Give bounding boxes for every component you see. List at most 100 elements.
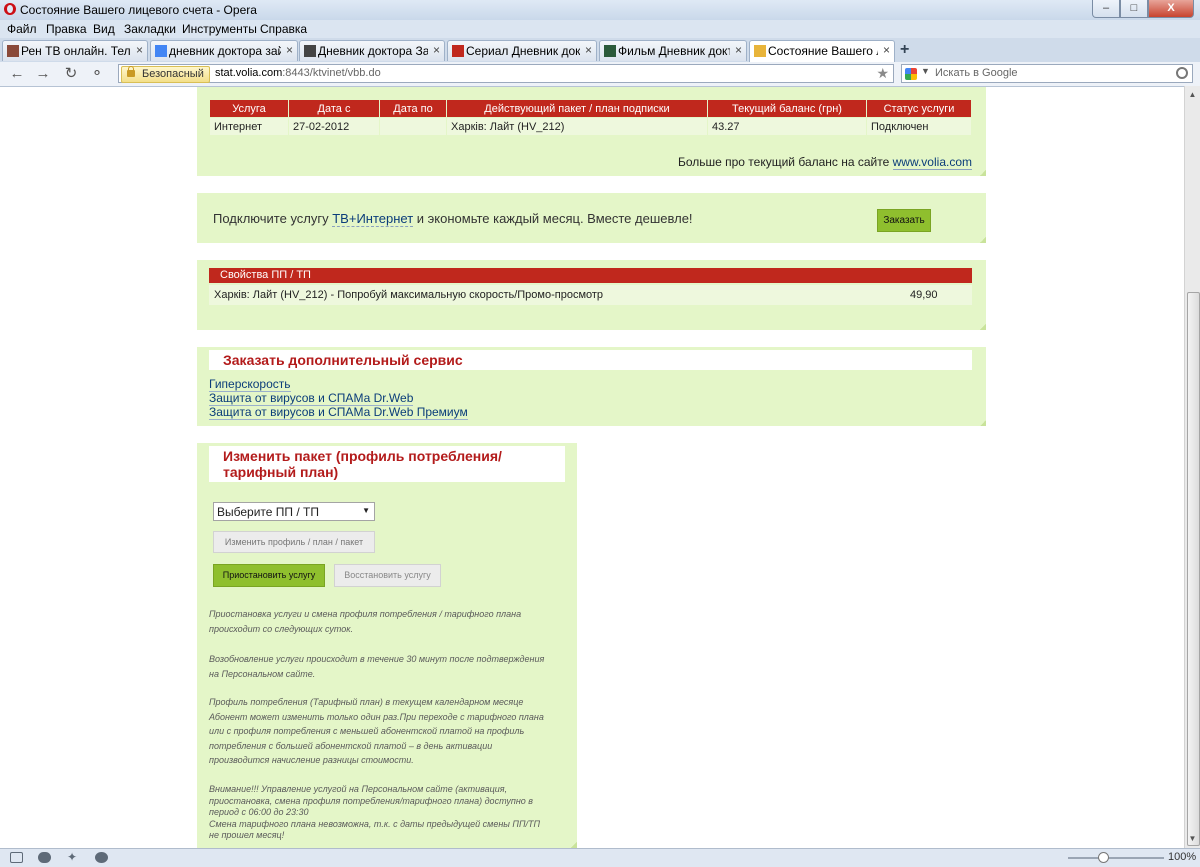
col-header: Услуга: [210, 100, 288, 117]
col-header: Дата с: [289, 100, 379, 117]
bookmark-star-icon[interactable]: ★: [876, 65, 889, 82]
tab-close-icon[interactable]: ×: [585, 43, 592, 57]
close-button[interactable]: X: [1148, 0, 1194, 18]
note-text: Профиль потребления (Тарифный план) в те…: [209, 697, 544, 765]
col-header: Действующий пакет / план подписки: [447, 100, 707, 117]
suspend-button[interactable]: Приостановить услугу: [213, 564, 325, 587]
tab-item[interactable]: Фильм Дневник докто ×: [599, 40, 747, 61]
plan-price: 49,90: [910, 289, 938, 301]
properties-row: Харків: Лайт (HV_212) - Попробуй максима…: [209, 285, 972, 305]
menu-edit[interactable]: Правка: [46, 22, 87, 36]
security-label: Безопасный: [142, 68, 204, 80]
zoom-slider-track[interactable]: [1068, 857, 1164, 859]
tab-label: дневник доктора зайц: [169, 44, 281, 58]
search-field[interactable]: ▼ Искать в Google: [901, 64, 1193, 83]
reload-icon[interactable]: ↻: [62, 65, 80, 83]
menu-bar: Файл Правка Вид Закладки Инструменты Спр…: [0, 20, 1200, 38]
col-header: Статус услуги: [867, 100, 971, 117]
status-bar: ✦ 100%: [0, 848, 1200, 867]
table-cell: [380, 118, 446, 135]
menu-tools[interactable]: Инструменты: [182, 22, 257, 36]
search-icon[interactable]: [1176, 67, 1188, 79]
tab-bar: Рен ТВ онлайн. Телев × дневник доктора з…: [0, 38, 1200, 63]
search-placeholder: Искать в Google: [935, 67, 1018, 79]
restore-button[interactable]: Восстановить услугу: [334, 564, 441, 587]
menu-help[interactable]: Справка: [260, 22, 307, 36]
back-arrow-icon[interactable]: ←: [8, 65, 26, 83]
opera-logo-icon: [4, 3, 16, 15]
plan-name: Харків: Лайт (HV_212) - Попробуй максима…: [214, 289, 604, 301]
scrollbar-thumb[interactable]: [1187, 292, 1200, 846]
forward-arrow-icon[interactable]: →: [34, 65, 52, 83]
col-header: Текущий баланс (грн): [708, 100, 866, 117]
tab-close-icon[interactable]: ×: [433, 43, 440, 57]
col-header: Дата по: [380, 100, 446, 117]
zoom-slider-knob[interactable]: [1098, 852, 1109, 863]
dropdown-arrow-icon: ▼: [362, 506, 370, 515]
note-text: Приостановка услуги и смена профиля потр…: [209, 609, 522, 634]
security-badge[interactable]: Безопасный: [121, 66, 210, 83]
table-cell: 27-02-2012: [289, 118, 379, 135]
navigation-bar: ← → ↻ ⚬ Безопасный stat.volia.com:8443/k…: [0, 62, 1200, 87]
properties-header: Свойства ПП / ТП: [209, 268, 972, 283]
google-icon: [905, 68, 917, 80]
plan-select[interactable]: Выберите ПП / ТП ▼: [213, 502, 375, 521]
tab-item[interactable]: дневник доктора зайц ×: [150, 40, 298, 61]
certificate-icon: [754, 45, 766, 57]
tab-item[interactable]: Рен ТВ онлайн. Телев ×: [2, 40, 148, 61]
menu-file[interactable]: Файл: [7, 22, 37, 36]
tv-internet-link[interactable]: ТВ+Интернет: [332, 211, 414, 227]
change-plan-button[interactable]: Изменить профиль / план / пакет: [213, 531, 375, 553]
ren-tv-icon: [7, 45, 19, 57]
share-icon[interactable]: ✦: [67, 851, 80, 863]
hyperspeed-link[interactable]: Гиперскорость: [209, 377, 291, 392]
site-logo-icon: [452, 45, 464, 57]
scroll-up-icon[interactable]: ▲: [1185, 88, 1200, 102]
lock-icon: [127, 66, 135, 77]
table-cell: 43.27: [708, 118, 866, 135]
tab-close-icon[interactable]: ×: [735, 43, 742, 57]
note-text: Возобновление услуги происходит в течени…: [209, 654, 545, 679]
extra-services-title: Заказать дополнительный сервис: [209, 350, 972, 370]
menu-bookmarks[interactable]: Закладки: [124, 22, 176, 36]
drweb-premium-link[interactable]: Защита от вирусов и СПАМа Dr.Web Премиум: [209, 405, 468, 420]
key-icon[interactable]: ⚬: [88, 65, 106, 83]
tab-item-active[interactable]: Состояние Вашего ли ×: [749, 40, 895, 63]
tab-close-icon[interactable]: ×: [883, 43, 890, 57]
promo-text: Подключите услугу ТВ+Интернет и экономьт…: [213, 211, 693, 227]
page-content: Услуга Дата с Дата по Действующий пакет …: [0, 87, 1184, 848]
cloud-icon[interactable]: [38, 852, 51, 863]
speed-dial-icon[interactable]: [95, 852, 108, 863]
table-row: Интернет 27-02-2012 Харків: Лайт (HV_212…: [210, 118, 971, 135]
table-cell: Харків: Лайт (HV_212): [447, 118, 707, 135]
tab-close-icon[interactable]: ×: [136, 43, 143, 57]
tab-label: Рен ТВ онлайн. Телев: [21, 44, 131, 58]
menu-view[interactable]: Вид: [93, 22, 115, 36]
drweb-link[interactable]: Защита от вирусов и СПАМа Dr.Web: [209, 391, 414, 406]
maximize-button[interactable]: □: [1120, 0, 1148, 18]
warning-text: Внимание!!! Управление услугой на Персон…: [209, 784, 540, 840]
clapperboard-icon: [304, 45, 316, 57]
new-tab-button[interactable]: +: [900, 41, 909, 59]
plan-select-value: Выберите ПП / ТП: [217, 505, 319, 519]
volia-link[interactable]: www.volia.com: [892, 155, 972, 170]
window-title: Состояние Вашего лицевого счета - Opera: [20, 3, 257, 17]
tab-label: Состояние Вашего ли: [768, 44, 878, 58]
table-cell: Подключен: [867, 118, 971, 135]
scroll-down-icon[interactable]: ▼: [1185, 832, 1200, 846]
table-cell: Интернет: [210, 118, 288, 135]
minimize-button[interactable]: –: [1092, 0, 1120, 18]
address-field[interactable]: Безопасный stat.volia.com:8443/ktvinet/v…: [118, 64, 894, 83]
window-title-bar: Состояние Вашего лицевого счета - Opera …: [0, 0, 1200, 20]
tab-close-icon[interactable]: ×: [286, 43, 293, 57]
vertical-scrollbar[interactable]: ▲ ▼: [1184, 86, 1200, 848]
chevron-down-icon[interactable]: ▼: [921, 66, 930, 76]
panel-toggle-icon[interactable]: [10, 852, 23, 863]
services-table: Услуга Дата с Дата по Действующий пакет …: [209, 99, 972, 136]
tab-item[interactable]: Дневник доктора Зай ×: [299, 40, 445, 61]
zoom-level: 100%: [1168, 851, 1197, 863]
balance-info: Больше про текущий баланс на сайте www.v…: [677, 155, 972, 170]
tab-item[interactable]: Сериал Дневник докт ×: [447, 40, 597, 61]
google-icon: [155, 45, 167, 57]
order-button[interactable]: Заказать: [877, 209, 931, 232]
